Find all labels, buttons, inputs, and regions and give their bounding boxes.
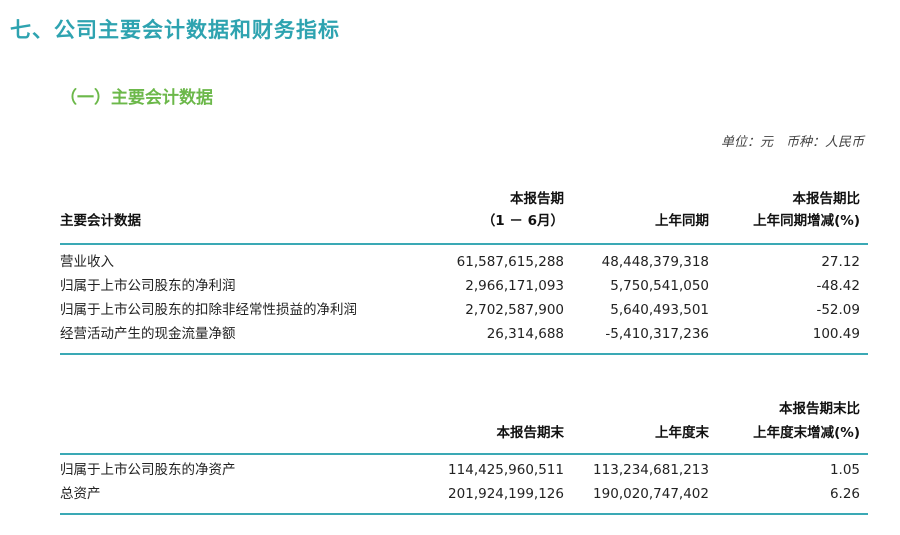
table-row: 归属于上市公司股东的扣除非经常性损益的净利润 2,702,587,900 5,6… xyxy=(60,298,868,322)
header-change-line2: 上年同期增减(%) xyxy=(753,213,860,229)
table-row: 归属于上市公司股东的净资产 114,425,960,511 113,234,68… xyxy=(60,458,868,482)
header-item: 主要会计数据 xyxy=(60,213,141,229)
row-change: 100.49 xyxy=(812,326,860,342)
row-change: -52.09 xyxy=(816,302,860,318)
row-label: 总资产 xyxy=(60,486,101,502)
row-change: 27.12 xyxy=(821,254,860,270)
row-current: 61,587,615,288 xyxy=(456,254,564,270)
row-current: 2,966,171,093 xyxy=(465,278,564,294)
table-row: 归属于上市公司股东的净利润 2,966,171,093 5,750,541,05… xyxy=(60,274,868,298)
header-current-period-end: 本报告期末 xyxy=(496,425,565,441)
row-current: 26,314,688 xyxy=(486,326,564,342)
row-prior: 190,020,747,402 xyxy=(593,486,709,502)
table-row: 总资产 201,924,199,126 190,020,747,402 6.26 xyxy=(60,482,868,506)
header-prior-period: 上年同期 xyxy=(655,213,709,229)
row-label: 归属于上市公司股东的扣除非经常性损益的净利润 xyxy=(60,302,357,318)
table2-bottom-rule xyxy=(60,513,868,515)
table-row: 营业收入 61,587,615,288 48,448,379,318 27.12 xyxy=(60,250,868,274)
header-change-line1: 本报告期末比 xyxy=(779,401,860,417)
row-change: 1.05 xyxy=(829,462,860,478)
row-label: 归属于上市公司股东的净利润 xyxy=(60,278,236,294)
header-prior-year-end: 上年度末 xyxy=(655,425,709,441)
unit-note: 单位：元 币种：人民币 xyxy=(720,135,864,150)
table1-top-rule xyxy=(60,243,868,245)
row-current: 114,425,960,511 xyxy=(448,462,564,478)
table1-bottom-rule xyxy=(60,353,868,355)
row-prior: -5,410,317,236 xyxy=(605,326,709,342)
table2-top-rule xyxy=(60,453,868,455)
table-row: 经营活动产生的现金流量净额 26,314,688 -5,410,317,236 … xyxy=(60,322,868,346)
header-change-line2: 上年度末增减(%) xyxy=(753,425,860,441)
header-change-line1: 本报告期比 xyxy=(792,191,861,207)
row-prior: 5,640,493,501 xyxy=(610,302,709,318)
header-current-period-line1: 本报告期 xyxy=(510,191,564,207)
row-current: 2,702,587,900 xyxy=(465,302,564,318)
row-label: 归属于上市公司股东的净资产 xyxy=(60,462,236,478)
row-prior: 113,234,681,213 xyxy=(593,462,709,478)
row-change: 6.26 xyxy=(829,486,860,502)
section-title: 七、公司主要会计数据和财务指标 xyxy=(10,18,340,42)
subsection-title: （一）主要会计数据 xyxy=(60,88,213,108)
row-label: 经营活动产生的现金流量净额 xyxy=(60,326,236,342)
row-change: -48.42 xyxy=(816,278,860,294)
row-current: 201,924,199,126 xyxy=(448,486,564,502)
row-prior: 48,448,379,318 xyxy=(601,254,709,270)
row-prior: 5,750,541,050 xyxy=(610,278,709,294)
row-label: 营业收入 xyxy=(60,254,114,270)
header-current-period-line2: （1 － 6月） xyxy=(481,213,564,229)
